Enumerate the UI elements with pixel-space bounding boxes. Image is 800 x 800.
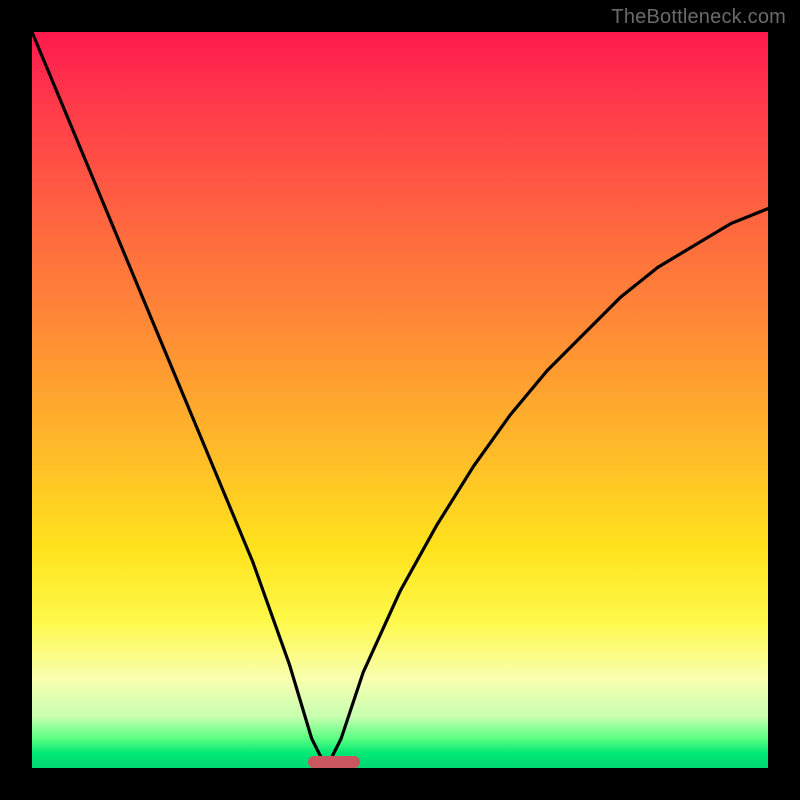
optimal-marker (308, 756, 360, 768)
watermark-text: TheBottleneck.com (611, 6, 786, 29)
bottleneck-curve (32, 32, 768, 768)
chart-wrap: TheBottleneck.com (0, 0, 800, 800)
